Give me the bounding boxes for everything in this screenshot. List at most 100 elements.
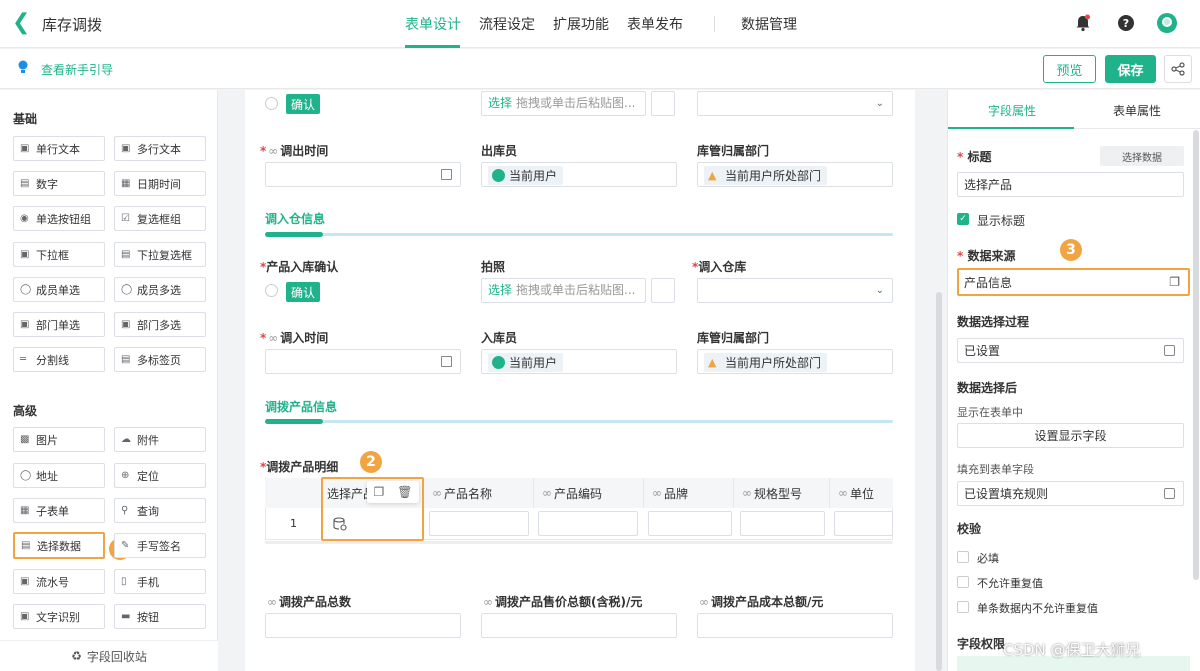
copy-icon[interactable]: ❐ xyxy=(374,485,385,499)
set-display-fields-button[interactable]: 设置显示字段 xyxy=(957,423,1184,448)
photo-upload[interactable]: 选择 拖拽或单击后粘贴图... xyxy=(481,278,646,303)
comp-ocr[interactable]: ▣ 文字识别 xyxy=(13,604,105,629)
comp-member-multi[interactable]: ◯ 成员多选 xyxy=(114,277,206,302)
panel-scrollbar[interactable] xyxy=(1193,130,1199,580)
qr-code-icon[interactable] xyxy=(651,91,675,116)
field-recycle-bin[interactable]: ♻ 字段回收站 xyxy=(0,640,218,671)
pen-icon: ✎ xyxy=(121,539,130,551)
lightbulb-icon xyxy=(18,60,28,73)
tab-form-publish[interactable]: 表单发布 xyxy=(627,14,683,34)
comp-radio-group[interactable]: ◉ 单选按钮组 xyxy=(13,206,105,231)
out-time-input[interactable] xyxy=(265,162,461,187)
comp-divider[interactable]: ═ 分割线 xyxy=(13,347,105,372)
photo-upload-top[interactable]: 选择 拖拽或单击后粘贴图... xyxy=(481,91,646,116)
cell-product-name[interactable] xyxy=(429,511,529,536)
comp-query[interactable]: ⚲ 查询 xyxy=(114,498,206,523)
copy-icon[interactable]: ❐ xyxy=(1169,275,1180,289)
help-icon[interactable]: ? xyxy=(1117,14,1135,32)
comp-single-text[interactable]: ▣ 单行文本 xyxy=(13,136,105,161)
table-scrollbar[interactable] xyxy=(265,541,893,544)
crosshair-icon: ⊕ xyxy=(121,469,130,481)
tab-extensions[interactable]: 扩展功能 xyxy=(553,14,609,34)
col-product-name[interactable]: ∞ 产品名称 xyxy=(424,478,534,508)
comp-address[interactable]: ◯ 地址 xyxy=(13,463,105,488)
total-cost-input[interactable] xyxy=(697,613,893,638)
database-icon: ▤ xyxy=(21,539,31,551)
comp-subform[interactable]: ▦ 子表单 xyxy=(13,498,105,523)
show-title-label: 显示标题 xyxy=(977,214,1026,228)
out-staff-field[interactable]: 当前用户 xyxy=(481,162,677,187)
edit-icon[interactable] xyxy=(1164,345,1175,356)
in-warehouse-select[interactable]: ⌄ xyxy=(697,278,893,303)
preview-button[interactable]: 预览 xyxy=(1043,55,1096,83)
canvas-scrollbar[interactable] xyxy=(936,292,942,671)
comp-dept-single[interactable]: ▣ 部门单选 xyxy=(13,312,105,337)
cell-spec[interactable] xyxy=(740,511,825,536)
process-input[interactable]: 已设置 xyxy=(957,338,1184,363)
col-brand[interactable]: ∞ 品牌 xyxy=(644,478,734,508)
edit-icon[interactable] xyxy=(1164,488,1175,499)
comp-mobile[interactable]: ▯ 手机 xyxy=(114,569,206,594)
col-unit[interactable]: ∞ 单位 xyxy=(830,478,893,508)
comp-datetime[interactable]: ▦ 日期时间 xyxy=(114,171,206,196)
fill-rule-input[interactable]: 已设置填充规则 xyxy=(957,481,1184,506)
in-dept-field[interactable]: ▲ 当前用户所处部门 xyxy=(697,349,893,374)
tab-flow-settings[interactable]: 流程设定 xyxy=(479,14,535,34)
guide-link[interactable]: 查看新手引导 xyxy=(41,61,113,78)
comp-position[interactable]: ⊕ 定位 xyxy=(114,463,206,488)
comp-dropdown[interactable]: ▣ 下拉框 xyxy=(13,242,105,267)
total-price-input[interactable] xyxy=(481,613,677,638)
col-spec[interactable]: ∞ 规格型号 xyxy=(734,478,830,508)
no-duplicate-checkbox[interactable] xyxy=(957,576,969,588)
cell-unit[interactable] xyxy=(834,511,893,536)
comp-multi-text[interactable]: ▣ 多行文本 xyxy=(114,136,206,161)
dept-multi-icon: ▣ xyxy=(121,318,131,330)
select-data-button[interactable]: 选择数据 xyxy=(1100,146,1184,166)
comp-attachment[interactable]: ☁ 附件 xyxy=(114,427,206,452)
serial-icon: ▣ xyxy=(20,575,30,587)
in-staff-field[interactable]: 当前用户 xyxy=(481,349,677,374)
bell-icon[interactable] xyxy=(1074,14,1092,32)
comp-signature[interactable]: ✎ 手写签名 xyxy=(114,533,206,558)
tab-data-management[interactable]: 数据管理 xyxy=(741,14,797,34)
product-confirm-radio[interactable] xyxy=(265,284,278,297)
cell-brand[interactable] xyxy=(648,511,732,536)
textarea-icon: ▣ xyxy=(121,142,131,154)
share-button[interactable] xyxy=(1164,55,1192,83)
col-product-code[interactable]: ∞ 产品编码 xyxy=(534,478,644,508)
avatar[interactable] xyxy=(1156,12,1178,34)
comp-image[interactable]: ▩ 图片 xyxy=(13,427,105,452)
section-divider xyxy=(265,233,893,236)
back-arrow-icon[interactable]: ❮ xyxy=(12,12,32,34)
in-time-input[interactable] xyxy=(265,349,461,374)
comp-checkbox-group[interactable]: ☑ 复选框组 xyxy=(114,206,206,231)
no-duplicate-in-row-checkbox[interactable] xyxy=(957,601,969,613)
total-count-input[interactable] xyxy=(265,613,461,638)
save-button[interactable]: 保存 xyxy=(1105,55,1156,83)
cell-product-code[interactable] xyxy=(538,511,638,536)
comp-select-data[interactable]: ▤ 选择数据 xyxy=(13,532,105,559)
show-title-checkbox[interactable]: ✓ xyxy=(957,213,969,225)
delete-icon[interactable]: 🗑 xyxy=(397,485,412,499)
out-dept-field[interactable]: ▲ 当前用户所处部门 xyxy=(697,162,893,187)
subform-icon: ▦ xyxy=(20,504,30,516)
comp-multi-tabs[interactable]: ▤ 多标签页 xyxy=(114,347,206,372)
query-icon: ⚲ xyxy=(121,504,129,516)
data-source-input[interactable]: 产品信息 ❐ xyxy=(957,268,1190,296)
calendar-icon xyxy=(441,169,452,180)
required-checkbox[interactable] xyxy=(957,551,969,563)
database-icon[interactable] xyxy=(333,517,347,531)
title-input[interactable]: 选择产品 xyxy=(957,172,1184,197)
comp-dept-multi[interactable]: ▣ 部门多选 xyxy=(114,312,206,337)
comp-number[interactable]: ▤ 数字 xyxy=(13,171,105,196)
comp-button[interactable]: ▬ 按钮 xyxy=(114,604,206,629)
dropdown-top[interactable]: ⌄ xyxy=(697,91,893,116)
comp-dropdown-multi[interactable]: ▤ 下拉复选框 xyxy=(114,242,206,267)
tab-form-design[interactable]: 表单设计 xyxy=(405,14,461,34)
comp-serial-number[interactable]: ▣ 流水号 xyxy=(13,569,105,594)
tab-field-properties[interactable]: 字段属性 xyxy=(988,102,1036,119)
qr-code-icon[interactable] xyxy=(651,278,675,303)
tab-form-properties[interactable]: 表单属性 xyxy=(1113,102,1161,119)
confirm-radio[interactable] xyxy=(265,97,278,110)
comp-member-single[interactable]: ◯ 成员单选 xyxy=(13,277,105,302)
